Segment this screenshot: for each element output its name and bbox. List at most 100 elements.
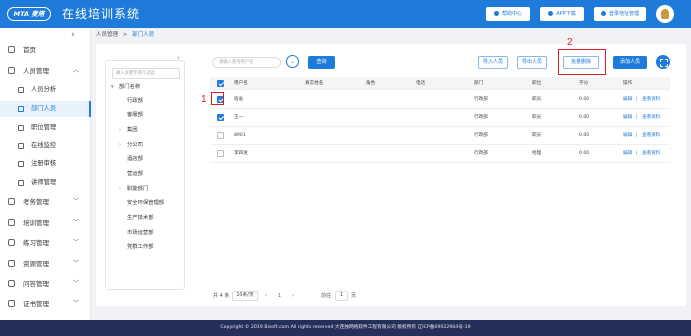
tree-filter-input[interactable]: 输入关键字进行过滤 <box>112 68 180 79</box>
row-checkbox[interactable] <box>217 132 224 139</box>
breadcrumb-current: 部门人员 <box>132 32 155 38</box>
tree-node-label: 职能部门 <box>127 186 149 192</box>
tree-collapse-icon[interactable]: › <box>177 54 180 62</box>
login-address-label: 登录地址管理 <box>608 11 639 17</box>
cell-department: 行政部 <box>474 97 488 102</box>
sidebar-item-label: 首页 <box>23 46 36 54</box>
tree-expand-icon: › <box>119 186 121 192</box>
certificate-icon <box>8 300 15 307</box>
username-search-input[interactable]: 请输入查询用户名 <box>212 57 281 68</box>
tree-node[interactable]: ▾ 部门名称 <box>111 82 141 92</box>
next-page-button[interactable]: › <box>292 291 294 301</box>
chevron-down-icon: ﹀ <box>73 219 80 226</box>
tree-node[interactable]: 市场运营部 <box>127 228 154 238</box>
breadcrumb-parent[interactable]: 人员管理 <box>96 32 118 38</box>
tree-node-label: 安全环保管理部 <box>127 200 165 206</box>
edit-link[interactable]: 编辑 <box>623 91 632 109</box>
qa-icon <box>8 280 15 287</box>
table-header: 用户名 真实姓名 角色 电话 部门 职位 学分 操作 <box>210 77 670 90</box>
row-checkbox[interactable] <box>217 150 224 157</box>
resource-icon <box>8 260 15 267</box>
tree-node[interactable]: 酒店部 <box>127 154 143 164</box>
import-personnel-button[interactable]: 导入人员 <box>478 56 508 69</box>
sidebar-item-practice[interactable]: 练习管理 ﹀ <box>0 235 91 251</box>
tree-node[interactable]: 党群工作部 <box>127 242 154 252</box>
tree-node[interactable]: › 职能部门 <box>119 184 149 194</box>
tree-node[interactable]: 生产技术部 <box>127 213 154 223</box>
table-row: 李四发 行政部 经理 0.00 编辑 | 查看资料 <box>210 145 670 163</box>
chevron-down-icon[interactable]: ⌄ <box>286 55 299 68</box>
action-separator: | <box>636 115 638 120</box>
table-row: 8901 行政部 职员 0.00 编辑 | 查看资料 <box>210 127 670 145</box>
tree-node[interactable]: › 集团 <box>119 125 138 135</box>
edit-link[interactable]: 编辑 <box>623 145 632 163</box>
row-checkbox[interactable] <box>217 114 224 121</box>
user-avatar[interactable] <box>656 5 674 23</box>
page-size-select[interactable]: 10条/页 <box>232 291 258 301</box>
sidebar-item-label: 练习管理 <box>23 239 49 247</box>
tree-node[interactable]: 营运部 <box>127 169 143 179</box>
edit-link[interactable]: 编辑 <box>623 109 632 127</box>
chevron-down-icon: ﹀ <box>73 260 80 267</box>
prev-page-button[interactable]: ‹ <box>265 291 267 301</box>
tree-node[interactable]: 安全环保管理部 <box>127 198 164 208</box>
view-profile-link[interactable]: 查看资料 <box>642 109 660 127</box>
cell-position: 职员 <box>532 133 542 138</box>
sidebar-item-personnel-analysis[interactable]: 人员分析 <box>0 82 91 98</box>
sidebar-item-position[interactable]: 职位管理 <box>0 120 91 136</box>
pagination-total: 共 4 条 <box>213 293 230 299</box>
sidebar-item-dept-personnel[interactable]: 部门人员 <box>0 101 91 117</box>
sidebar-item-personnel[interactable]: 人员管理 ︿ <box>0 63 91 79</box>
login-address-button[interactable]: 登录地址管理 <box>594 7 646 21</box>
current-page[interactable]: 1 <box>278 291 281 301</box>
sidebar-collapse-icon[interactable]: ‹ <box>71 30 75 40</box>
cell-credit: 0.00 <box>579 151 590 156</box>
sidebar-item-monitor[interactable]: 在线监控 <box>0 138 91 154</box>
footer-copyright: Copyright © 2019 Bisoft.com All rights r… <box>0 320 691 336</box>
sidebar-item-label: 人员分析 <box>31 86 57 93</box>
sidebar-item-qa[interactable]: 问答管理 ﹀ <box>0 276 91 292</box>
view-profile-link[interactable]: 查看资料 <box>642 127 660 145</box>
help-center-button[interactable]: 帮助中心 <box>486 7 530 21</box>
sidebar-item-certificate[interactable]: 证书管理 ﹀ <box>0 296 91 312</box>
goto-page-input[interactable]: 1 <box>335 291 348 301</box>
tree-node[interactable]: › 分公司 <box>119 140 143 150</box>
sidebar-item-training[interactable]: 培训管理 ﹀ <box>0 215 91 231</box>
tree-node-label: 部门名称 <box>119 84 141 90</box>
app-download-button[interactable]: APP下载 <box>540 7 584 21</box>
cell-credit: 0.00 <box>579 97 590 102</box>
fullscreen-icon[interactable] <box>656 55 670 69</box>
sidebar-item-teacher[interactable]: 讲师管理 <box>0 175 91 191</box>
column-header: 职位 <box>532 81 542 86</box>
column-header: 角色 <box>366 81 376 86</box>
link-icon <box>600 11 606 16</box>
exam-icon <box>8 198 15 205</box>
sidebar-item-resource[interactable]: 资源管理 ﹀ <box>0 256 91 272</box>
sidebar-item-label: 注册审核 <box>31 160 57 167</box>
audit-icon <box>18 161 24 167</box>
sidebar-item-register-audit[interactable]: 注册审核 <box>0 156 91 172</box>
edit-link[interactable]: 编辑 <box>623 127 632 145</box>
sidebar-item-home[interactable]: 首页 <box>0 42 91 58</box>
cell-username: 8901 <box>234 133 246 138</box>
sidebar-item-label: 考务管理 <box>23 198 49 206</box>
tree-node[interactable]: 行政部 <box>127 96 143 106</box>
brand-logo: MTA 麦塔 <box>7 7 51 21</box>
action-separator: | <box>636 151 638 156</box>
column-header: 部门 <box>474 81 484 86</box>
sidebar-item-exam[interactable]: 考务管理 ﹀ <box>0 194 91 210</box>
cell-credit: 0.00 <box>579 115 590 120</box>
select-all-checkbox[interactable] <box>217 80 224 87</box>
tree-expand-icon: › <box>119 127 121 133</box>
help-center-label: 帮助中心 <box>501 11 522 17</box>
add-personnel-button[interactable]: 添加人员 <box>613 56 647 69</box>
view-profile-link[interactable]: 查看资料 <box>642 91 660 109</box>
cell-position: 职员 <box>532 115 542 120</box>
tree-expand-icon: ▾ <box>111 84 114 90</box>
action-separator: | <box>636 133 638 138</box>
monitor-icon <box>18 143 24 149</box>
query-button[interactable]: 查询 <box>308 56 335 69</box>
view-profile-link[interactable]: 查看资料 <box>642 145 660 163</box>
export-personnel-button[interactable]: 导出人员 <box>517 56 547 69</box>
tree-node[interactable]: 客服部 <box>127 110 143 120</box>
